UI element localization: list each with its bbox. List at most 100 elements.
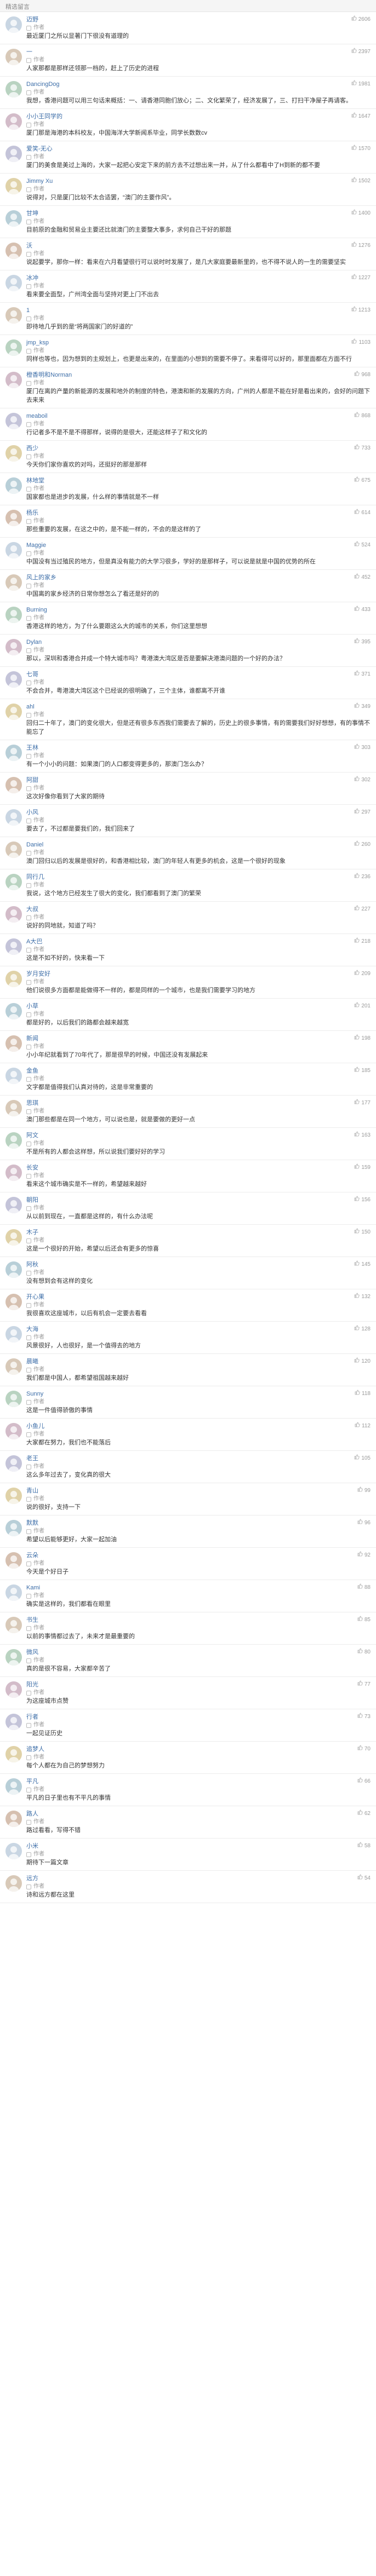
- avatar[interactable]: [5, 1068, 22, 1084]
- like-button[interactable]: 1981: [351, 80, 371, 89]
- comment-username[interactable]: meaboil: [26, 412, 48, 420]
- comment-username[interactable]: 长安: [26, 1163, 38, 1172]
- comment-username[interactable]: 行者: [26, 1713, 38, 1721]
- comment-username[interactable]: 路人: [26, 1809, 38, 1818]
- comment-username[interactable]: 林地堂: [26, 476, 44, 485]
- avatar[interactable]: [5, 307, 22, 324]
- avatar[interactable]: [5, 639, 22, 655]
- comment-username[interactable]: 王林: [26, 744, 38, 752]
- comment-username[interactable]: 小风: [26, 808, 38, 817]
- comment-username[interactable]: Sunny: [26, 1390, 43, 1398]
- comment-username[interactable]: 朝阳: [26, 1196, 38, 1205]
- comment-username[interactable]: 七哥: [26, 670, 38, 679]
- comment-username[interactable]: 甘坤: [26, 209, 38, 218]
- comment-username[interactable]: 阿秋: [26, 1260, 38, 1269]
- avatar[interactable]: [5, 178, 22, 194]
- like-button[interactable]: 297: [354, 808, 371, 817]
- avatar[interactable]: [5, 510, 22, 526]
- comment-username[interactable]: 迈野: [26, 15, 38, 24]
- avatar[interactable]: [5, 1294, 22, 1310]
- avatar[interactable]: [5, 842, 22, 858]
- avatar[interactable]: [5, 1584, 22, 1601]
- avatar[interactable]: [5, 477, 22, 494]
- comment-username[interactable]: 小米: [26, 1842, 38, 1851]
- like-button[interactable]: 227: [354, 905, 371, 914]
- like-button[interactable]: 675: [354, 476, 371, 485]
- like-button[interactable]: 302: [354, 776, 371, 785]
- comment-username[interactable]: Jimmy Xu: [26, 177, 53, 186]
- comment-username[interactable]: 微风: [26, 1648, 38, 1657]
- comment-username[interactable]: 西少: [26, 444, 38, 453]
- avatar[interactable]: [5, 1003, 22, 1019]
- avatar[interactable]: [5, 413, 22, 429]
- comment-username[interactable]: 阳光: [26, 1680, 38, 1689]
- avatar[interactable]: [5, 1261, 22, 1278]
- like-button[interactable]: 128: [354, 1325, 371, 1334]
- like-button[interactable]: 80: [357, 1648, 371, 1657]
- avatar[interactable]: [5, 1649, 22, 1666]
- like-button[interactable]: 58: [357, 1842, 371, 1851]
- comment-username[interactable]: 默默: [26, 1519, 38, 1528]
- comment-username[interactable]: 阿甜: [26, 776, 38, 785]
- comment-username[interactable]: 风上的家乡: [26, 573, 56, 582]
- comment-username[interactable]: 书生: [26, 1616, 38, 1624]
- avatar[interactable]: [5, 1229, 22, 1246]
- avatar[interactable]: [5, 1811, 22, 1827]
- avatar[interactable]: [5, 81, 22, 97]
- like-button[interactable]: 614: [354, 509, 371, 517]
- avatar[interactable]: [5, 607, 22, 623]
- like-button[interactable]: 433: [354, 606, 371, 614]
- avatar[interactable]: [5, 210, 22, 227]
- comment-username[interactable]: 开心果: [26, 1293, 44, 1301]
- avatar[interactable]: [5, 777, 22, 793]
- comment-username[interactable]: 新闻: [26, 1034, 38, 1043]
- avatar[interactable]: [5, 1165, 22, 1181]
- comment-username[interactable]: 岁月安好: [26, 970, 50, 978]
- comment-username[interactable]: 橙香明和Norman: [26, 371, 72, 379]
- like-button[interactable]: 198: [354, 1034, 371, 1043]
- avatar[interactable]: [5, 1326, 22, 1342]
- avatar[interactable]: [5, 1132, 22, 1149]
- like-button[interactable]: 201: [354, 1002, 371, 1011]
- avatar[interactable]: [5, 809, 22, 826]
- like-button[interactable]: 395: [354, 638, 371, 647]
- comment-username[interactable]: 老王: [26, 1454, 38, 1463]
- comment-username[interactable]: Burning: [26, 606, 47, 614]
- comment-username[interactable]: 一: [26, 48, 32, 56]
- comment-username[interactable]: 木子: [26, 1228, 38, 1237]
- comment-username[interactable]: Dylan: [26, 638, 42, 647]
- avatar[interactable]: [5, 874, 22, 890]
- like-button[interactable]: 303: [354, 744, 371, 752]
- avatar[interactable]: [5, 1488, 22, 1504]
- comment-username[interactable]: 大叔: [26, 905, 38, 914]
- like-button[interactable]: 77: [357, 1680, 371, 1689]
- comment-username[interactable]: A大巴: [26, 937, 42, 946]
- like-button[interactable]: 1213: [351, 306, 371, 315]
- avatar[interactable]: [5, 243, 22, 259]
- comment-username[interactable]: 小小王同学的: [26, 112, 62, 121]
- avatar[interactable]: [5, 445, 22, 462]
- avatar[interactable]: [5, 1681, 22, 1698]
- like-button[interactable]: 218: [354, 937, 371, 946]
- comment-username[interactable]: Kami: [26, 1583, 40, 1592]
- like-button[interactable]: 371: [354, 670, 371, 679]
- like-button[interactable]: 159: [354, 1163, 371, 1172]
- like-button[interactable]: 99: [357, 1486, 371, 1495]
- avatar[interactable]: [5, 1520, 22, 1536]
- avatar[interactable]: [5, 1552, 22, 1569]
- like-button[interactable]: 96: [357, 1519, 371, 1528]
- comment-username[interactable]: 沃: [26, 241, 32, 250]
- comment-username[interactable]: 同行几: [26, 873, 44, 881]
- like-button[interactable]: 1400: [351, 209, 371, 218]
- comment-username[interactable]: 晨曦: [26, 1357, 38, 1366]
- like-button[interactable]: 92: [357, 1551, 371, 1560]
- like-button[interactable]: 132: [354, 1293, 371, 1301]
- avatar[interactable]: [5, 971, 22, 987]
- comment-username[interactable]: ahl: [26, 702, 35, 711]
- avatar[interactable]: [5, 49, 22, 65]
- comment-username[interactable]: Daniel: [26, 840, 43, 849]
- like-button[interactable]: 145: [354, 1260, 371, 1269]
- like-button[interactable]: 163: [354, 1131, 371, 1140]
- like-button[interactable]: 54: [357, 1874, 371, 1883]
- comment-username[interactable]: 杨乐: [26, 509, 38, 517]
